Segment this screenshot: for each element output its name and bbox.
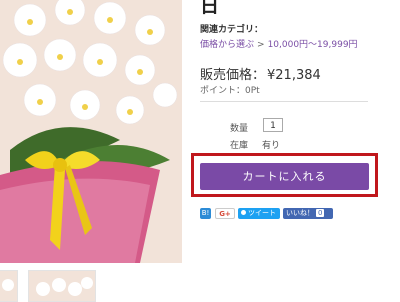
divider (200, 101, 368, 102)
price-row: 販売価格： ¥21,384 (200, 64, 321, 83)
twitter-icon (241, 210, 246, 215)
price-value: ¥21,384 (267, 68, 321, 83)
quantity-label: 数量 (230, 124, 249, 134)
breadcrumb-link-price-range[interactable]: 10,000円～19,999円 (268, 40, 358, 50)
facebook-like-button[interactable]: いいね！ 0 (283, 208, 333, 219)
tweet-button[interactable]: ツイート (238, 208, 280, 219)
related-category-label: 関連カテゴリ： (200, 25, 264, 35)
category-breadcrumb: 価格から選ぶ >10,000円～19,999円 (200, 37, 358, 50)
product-title: 日 (200, 0, 220, 17)
like-count: 0 (316, 209, 325, 217)
points-row: ポイント：0Pt (200, 83, 260, 96)
product-image (0, 0, 182, 263)
google-plus-button[interactable]: G+ (215, 208, 235, 219)
points-value: 0Pt (245, 86, 260, 96)
quantity-input[interactable]: 1 (263, 118, 283, 132)
tweet-label: ツイート (248, 209, 276, 217)
breadcrumb-separator: > (257, 40, 265, 50)
add-to-cart-button[interactable]: カートに入れる (200, 163, 369, 190)
hatena-bookmark-button[interactable]: B! (200, 208, 211, 219)
like-label: いいね！ (286, 209, 314, 217)
product-thumbnail-2[interactable] (28, 270, 96, 302)
price-label: 販売価格： (200, 68, 266, 83)
product-thumbnail-1[interactable] (0, 270, 18, 302)
stock-label: 在庫 (230, 141, 249, 151)
stock-value: 有り (262, 141, 281, 151)
points-label: ポイント： (200, 86, 246, 96)
breadcrumb-link-price[interactable]: 価格から選ぶ (200, 40, 254, 50)
